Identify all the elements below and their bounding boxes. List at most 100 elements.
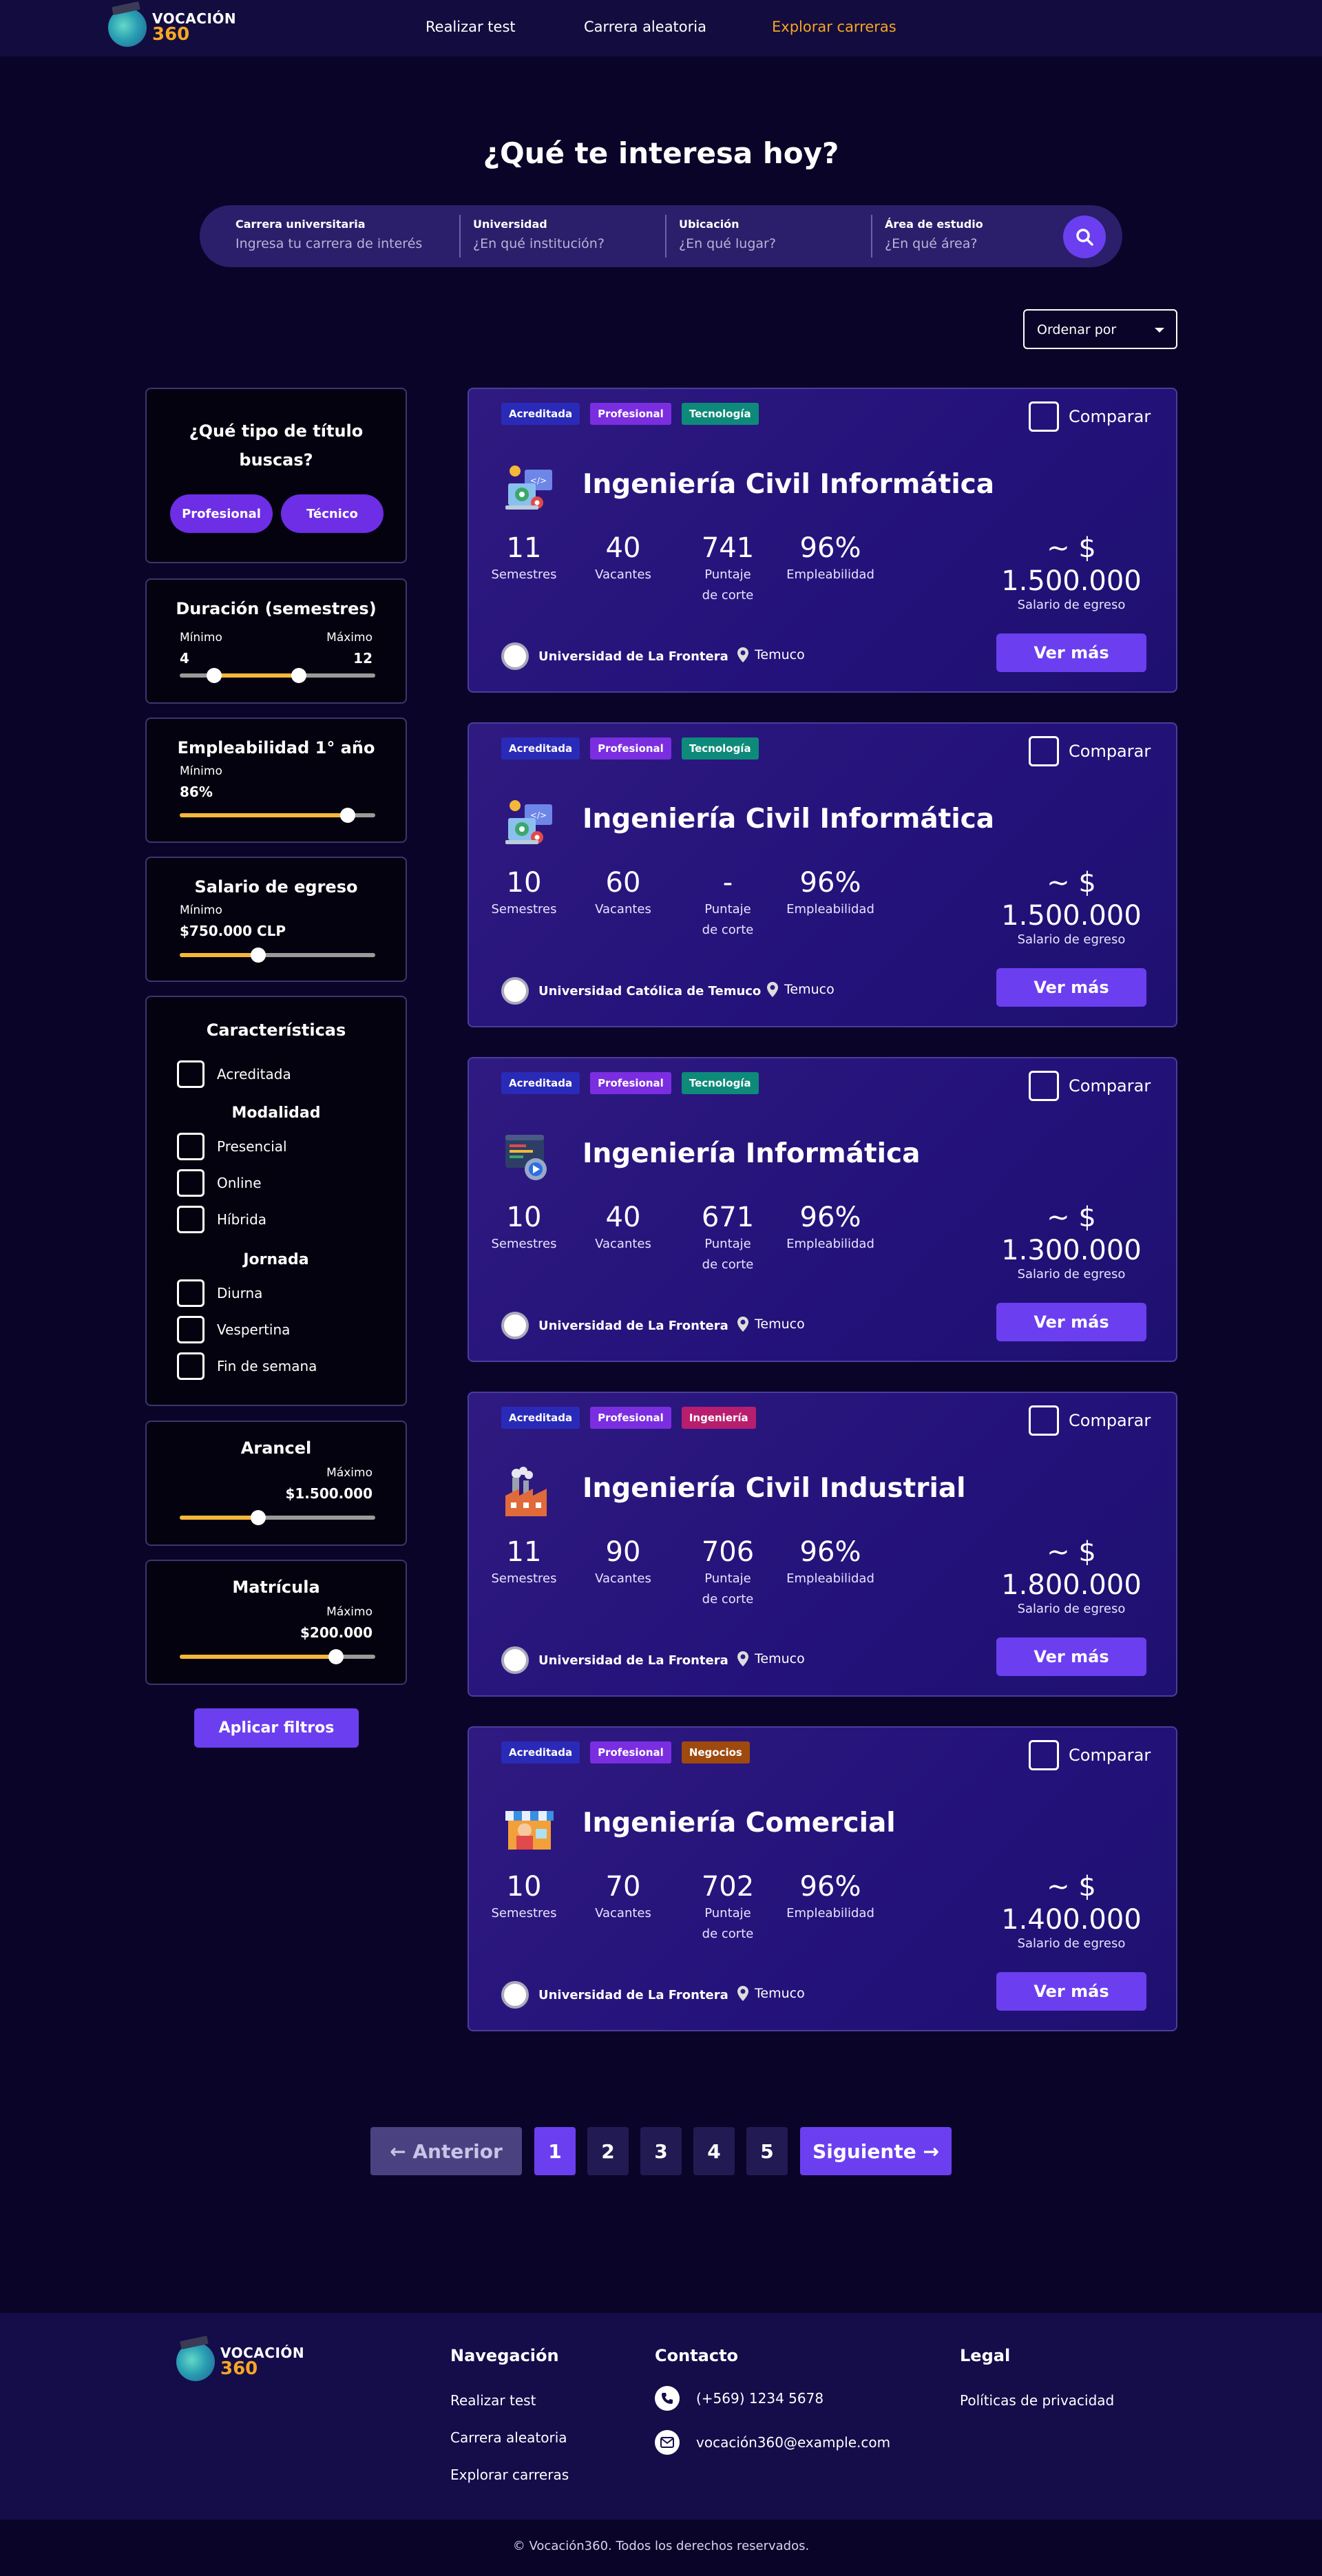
nav-random-link[interactable]: Carrera aleatoria <box>584 19 706 35</box>
nav-test-link[interactable]: Realizar test <box>426 19 516 35</box>
min-value: 4 <box>180 650 189 667</box>
slider-handle[interactable] <box>250 1510 266 1525</box>
footer-logo[interactable]: VOCACIÓN 360 <box>176 2343 304 2381</box>
compare-checkbox[interactable]: Comparar <box>1029 401 1151 432</box>
career-input[interactable]: Ingresa tu carrera de interés <box>235 236 456 251</box>
university-input[interactable]: ¿En qué institución? <box>473 236 659 251</box>
slider-handle[interactable] <box>328 1649 344 1664</box>
map-pin-icon <box>737 1651 748 1666</box>
stat-salary: ~ $ 1.300.000 Salario de egreso <box>985 1201 1157 1282</box>
footer-nav-heading: Navegación <box>450 2346 559 2365</box>
compare-checkbox[interactable]: Comparar <box>1029 1071 1151 1101</box>
checkbox[interactable] <box>1029 401 1059 432</box>
compare-checkbox[interactable]: Comparar <box>1029 736 1151 766</box>
privacy-policy-link[interactable]: Políticas de privacidad <box>960 2392 1114 2409</box>
stat-caption: Vacantes <box>595 902 651 917</box>
footer-email[interactable]: vocación360@example.com <box>655 2430 890 2455</box>
page-4-button[interactable]: 4 <box>693 2127 735 2175</box>
checkbox[interactable] <box>177 1316 204 1343</box>
stat-vacancies: 40 Vacantes <box>568 1201 678 1255</box>
career-title[interactable]: Ingeniería Civil Industrial <box>583 1473 966 1504</box>
see-more-button[interactable]: Ver más <box>996 1972 1146 2011</box>
modality-presencial-checkbox[interactable]: Presencial <box>177 1133 287 1160</box>
sort-dropdown[interactable]: Ordenar por <box>1023 309 1177 349</box>
footer-link-random[interactable]: Carrera aleatoria <box>450 2429 567 2446</box>
see-more-button[interactable]: Ver más <box>996 1637 1146 1676</box>
search-button[interactable] <box>1063 216 1106 258</box>
checkbox[interactable] <box>177 1206 204 1233</box>
modality-hybrid-checkbox[interactable]: Híbrida <box>177 1206 266 1233</box>
checkbox[interactable] <box>1029 1071 1059 1101</box>
footer-link-test[interactable]: Realizar test <box>450 2392 536 2409</box>
compare-checkbox[interactable]: Comparar <box>1029 1405 1151 1436</box>
professional-option[interactable]: Profesional <box>170 494 273 533</box>
checkbox[interactable] <box>177 1352 204 1380</box>
page-3-button[interactable]: 3 <box>640 2127 682 2175</box>
career-field[interactable]: Carrera universitaria Ingresa tu carrera… <box>235 215 456 258</box>
checkbox[interactable] <box>177 1060 204 1088</box>
stat-value: 70 <box>605 1871 641 1903</box>
checkbox[interactable] <box>177 1169 204 1197</box>
search-divider <box>459 215 461 258</box>
checkbox[interactable] <box>177 1133 204 1160</box>
next-page-button[interactable]: Siguiente → <box>800 2127 952 2175</box>
see-more-button[interactable]: Ver más <box>996 1303 1146 1341</box>
prev-page-button[interactable]: ← Anterior <box>370 2127 522 2175</box>
duration-range-slider[interactable] <box>180 668 375 683</box>
enrollment-slider[interactable] <box>180 1649 375 1664</box>
filter-heading: Matrícula <box>232 1578 320 1597</box>
tuition-slider[interactable] <box>180 1510 375 1525</box>
career-title[interactable]: Ingeniería Civil Informática <box>583 804 994 835</box>
page-2-button[interactable]: 2 <box>587 2127 629 2175</box>
accredited-checkbox[interactable]: Acreditada <box>177 1060 291 1088</box>
career-title[interactable]: Ingeniería Civil Informática <box>583 469 994 500</box>
technical-option[interactable]: Técnico <box>281 494 384 533</box>
max-label: Máximo <box>326 1605 373 1619</box>
filter-heading: Salario de egreso <box>194 877 358 897</box>
schedule-weekend-checkbox[interactable]: Fin de semana <box>177 1352 317 1380</box>
compare-checkbox[interactable]: Comparar <box>1029 1740 1151 1770</box>
university-name: Universidad de La Frontera <box>538 649 728 664</box>
checkbox[interactable] <box>1029 736 1059 766</box>
checkbox[interactable] <box>1029 1405 1059 1436</box>
career-title[interactable]: Ingeniería Comercial <box>583 1808 896 1839</box>
brand-line-1: VOCACIÓN <box>152 10 237 27</box>
slider-handle[interactable] <box>250 947 266 963</box>
page-5-button[interactable]: 5 <box>746 2127 788 2175</box>
stat-value: ~ $ 1.300.000 <box>1001 1202 1142 1266</box>
mail-icon <box>655 2430 680 2455</box>
search-divider <box>871 215 872 258</box>
university-field[interactable]: Universidad ¿En qué institución? <box>473 215 659 258</box>
employability-slider[interactable] <box>180 808 375 823</box>
checkbox[interactable] <box>177 1279 204 1307</box>
nav-explore-link[interactable]: Explorar carreras <box>772 19 896 35</box>
brand-logo[interactable]: VOCACIÓN 360 <box>108 8 236 47</box>
range-max-handle[interactable] <box>291 668 306 683</box>
career-title[interactable]: Ingeniería Informática <box>583 1138 920 1169</box>
footer-link-explore[interactable]: Explorar carreras <box>450 2467 569 2483</box>
brand-line-1: VOCACIÓN <box>220 2345 305 2361</box>
slider-handle[interactable] <box>340 808 356 823</box>
filter-heading: Arancel <box>240 1438 312 1458</box>
apply-filters-button[interactable]: Aplicar filtros <box>194 1708 359 1748</box>
schedule-day-checkbox[interactable]: Diurna <box>177 1279 262 1307</box>
see-more-button[interactable]: Ver más <box>996 968 1146 1007</box>
site-header: VOCACIÓN 360 Realizar test Carrera aleat… <box>0 0 1322 56</box>
university-seal-icon <box>501 977 529 1005</box>
page-1-button[interactable]: 1 <box>534 2127 576 2175</box>
see-more-button[interactable]: Ver más <box>996 633 1146 672</box>
area-field[interactable]: Área de estudio ¿En qué área? <box>885 215 1050 258</box>
location-field[interactable]: Ubicación ¿En qué lugar? <box>679 215 858 258</box>
map-pin-icon <box>737 1986 748 2001</box>
salary-slider[interactable] <box>180 947 375 963</box>
area-input[interactable]: ¿En qué área? <box>885 236 1050 251</box>
checkbox[interactable] <box>1029 1740 1059 1770</box>
modality-heading: Modalidad <box>231 1104 321 1122</box>
range-min-handle[interactable] <box>207 668 222 683</box>
university-info: Universidad de La Frontera <box>501 1646 728 1674</box>
compare-label: Comparar <box>1069 1746 1151 1765</box>
location-input[interactable]: ¿En qué lugar? <box>679 236 858 251</box>
modality-online-checkbox[interactable]: Online <box>177 1169 262 1197</box>
tag-badge: Profesional <box>590 1741 671 1763</box>
schedule-evening-checkbox[interactable]: Vespertina <box>177 1316 290 1343</box>
